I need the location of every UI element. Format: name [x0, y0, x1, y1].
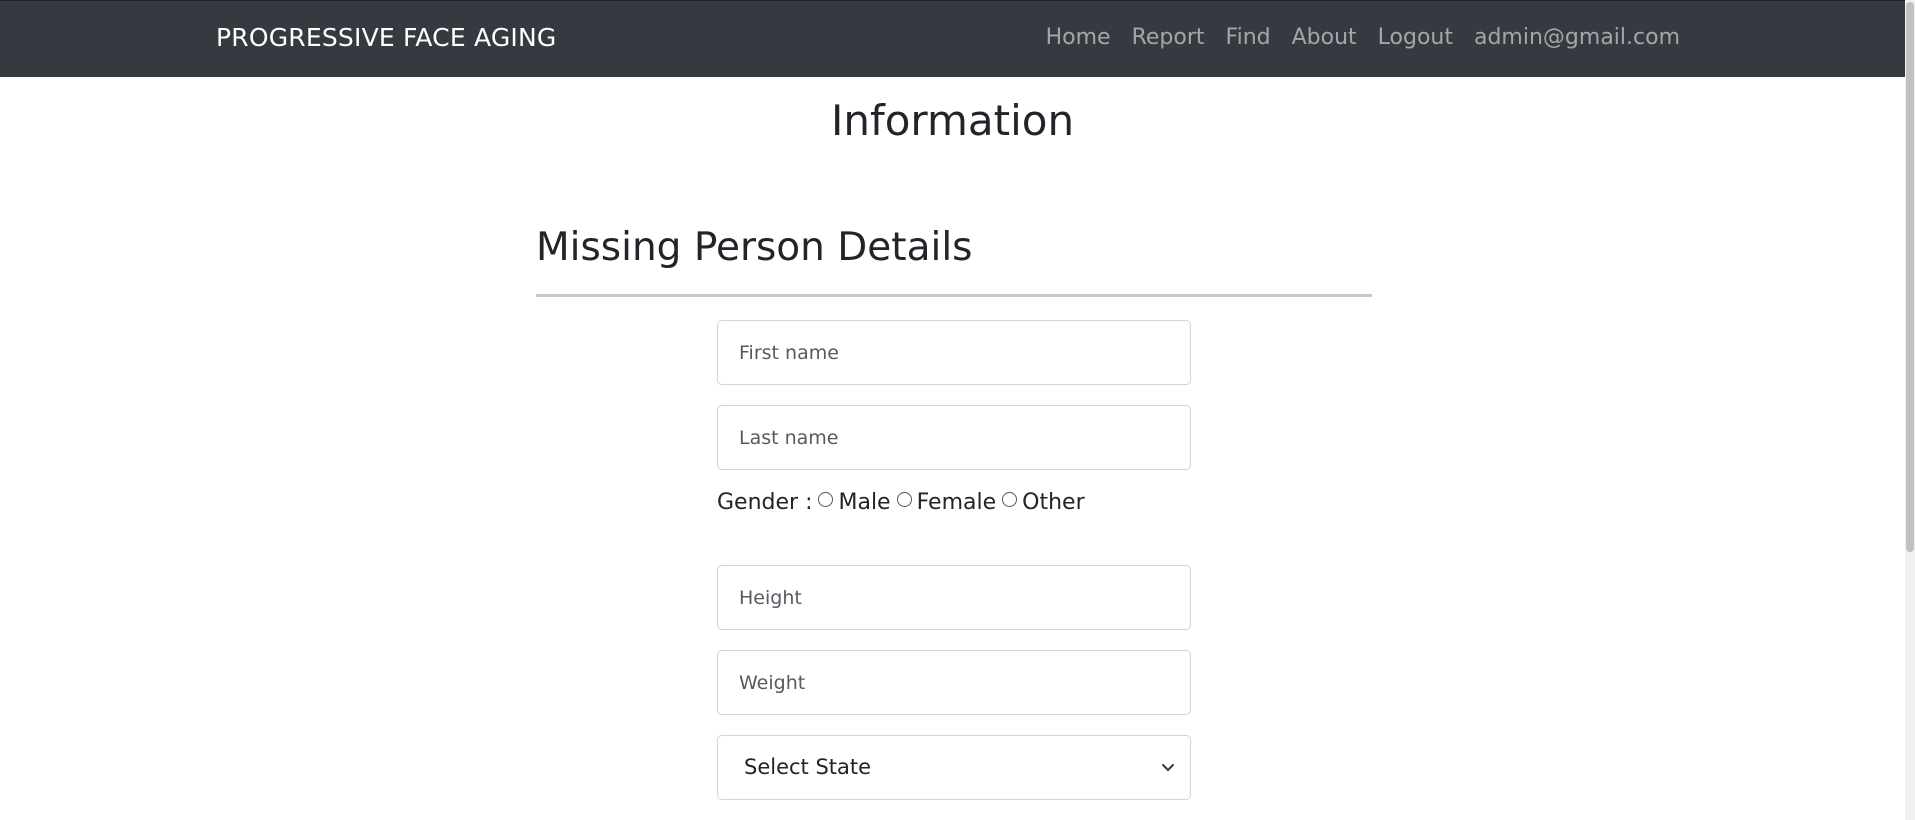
section-divider	[536, 294, 1372, 297]
section-title: Missing Person Details	[536, 225, 973, 270]
gender-radio-group: Gender : Male Female Other	[717, 490, 1085, 515]
page-scrollbar[interactable]	[1905, 0, 1915, 820]
state-select-value: Select State	[744, 755, 872, 779]
gender-label: Gender :	[717, 490, 813, 515]
nav-link-logout[interactable]: Logout	[1378, 25, 1453, 50]
nav-link-user-email[interactable]: admin@gmail.com	[1474, 25, 1680, 50]
nav-link-find[interactable]: Find	[1226, 25, 1271, 50]
nav-link-report[interactable]: Report	[1132, 25, 1205, 50]
last-name-input[interactable]	[717, 405, 1191, 470]
first-name-input[interactable]	[717, 320, 1191, 385]
height-input[interactable]	[717, 565, 1191, 630]
gender-female-label[interactable]: Female	[917, 490, 997, 515]
scrollbar-thumb[interactable]	[1906, 2, 1914, 552]
nav-links: Home Report Find About Logout admin@gmai…	[1046, 25, 1680, 50]
page: PROGRESSIVE FACE AGING Home Report Find …	[0, 0, 1915, 820]
page-title: Information	[830, 96, 1075, 145]
brand-link[interactable]: PROGRESSIVE FACE AGING	[216, 23, 556, 52]
gender-male-radio[interactable]	[818, 492, 834, 507]
gender-other-radio[interactable]	[1002, 492, 1018, 507]
nav-link-about[interactable]: About	[1292, 25, 1357, 50]
state-select[interactable]: Select State	[717, 735, 1191, 800]
weight-input[interactable]	[717, 650, 1191, 715]
gender-other-label[interactable]: Other	[1022, 490, 1084, 515]
chevron-down-icon	[1162, 764, 1174, 771]
nav-link-home[interactable]: Home	[1046, 25, 1111, 50]
navbar: PROGRESSIVE FACE AGING Home Report Find …	[0, 0, 1905, 77]
gender-female-radio[interactable]	[896, 492, 912, 507]
gender-male-label[interactable]: Male	[838, 490, 890, 515]
